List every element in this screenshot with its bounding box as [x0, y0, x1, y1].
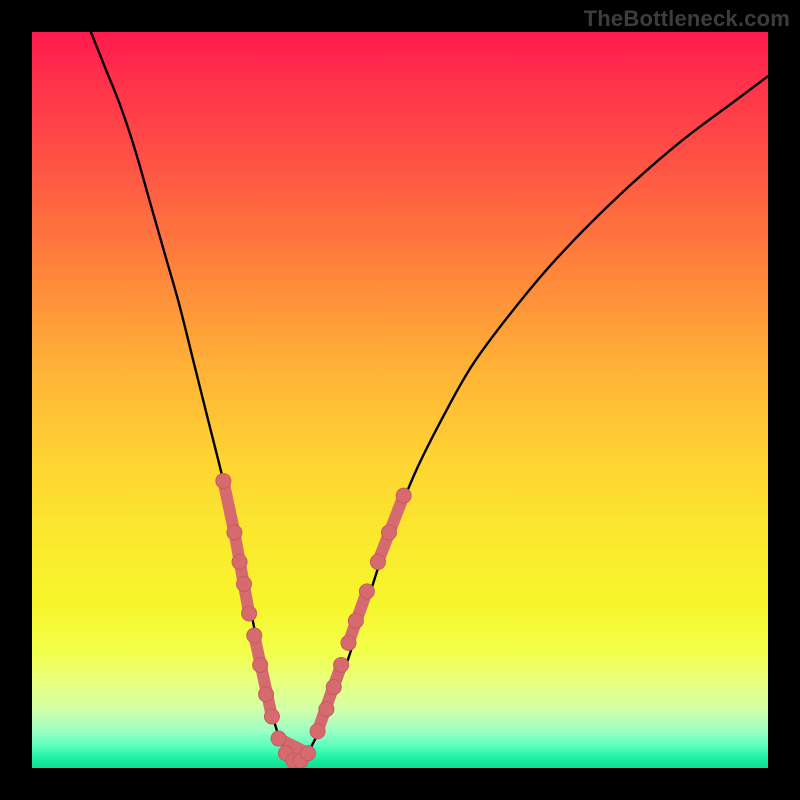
- marker-left-cluster-e: [247, 628, 262, 643]
- marker-left-cluster-h: [264, 709, 279, 724]
- marker-right-cluster-d: [334, 657, 349, 672]
- marker-right-cluster-top: [396, 488, 411, 503]
- watermark-text: TheBottleneck.com: [584, 6, 790, 32]
- marker-left-cluster-f: [253, 657, 268, 672]
- marker-right-cluster-i: [381, 525, 396, 540]
- marker-left-cluster-g: [259, 687, 274, 702]
- marker-right-cluster-b: [319, 702, 334, 717]
- chart-svg: [32, 32, 768, 768]
- marker-right-cluster-c: [326, 680, 341, 695]
- marker-right-cluster-h: [370, 554, 385, 569]
- bottleneck-curve: [91, 32, 768, 764]
- marker-connector: [318, 665, 342, 731]
- marker-connector: [234, 532, 249, 613]
- marker-connector: [254, 636, 272, 717]
- marker-left-cluster-i: [271, 731, 286, 746]
- marker-right-cluster-f: [348, 613, 363, 628]
- marker-right-cluster-a: [310, 724, 325, 739]
- marker-right-cluster-g: [359, 584, 374, 599]
- app-frame: TheBottleneck.com: [0, 0, 800, 800]
- marker-trough-d: [301, 746, 316, 761]
- marker-group: [216, 473, 411, 768]
- marker-left-cluster-d: [242, 606, 257, 621]
- marker-left-cluster-top: [216, 473, 231, 488]
- marker-right-cluster-e: [341, 635, 356, 650]
- marker-left-cluster-c: [236, 577, 251, 592]
- plot-area: [32, 32, 768, 768]
- marker-left-cluster-a: [227, 525, 242, 540]
- marker-left-cluster-b: [232, 554, 247, 569]
